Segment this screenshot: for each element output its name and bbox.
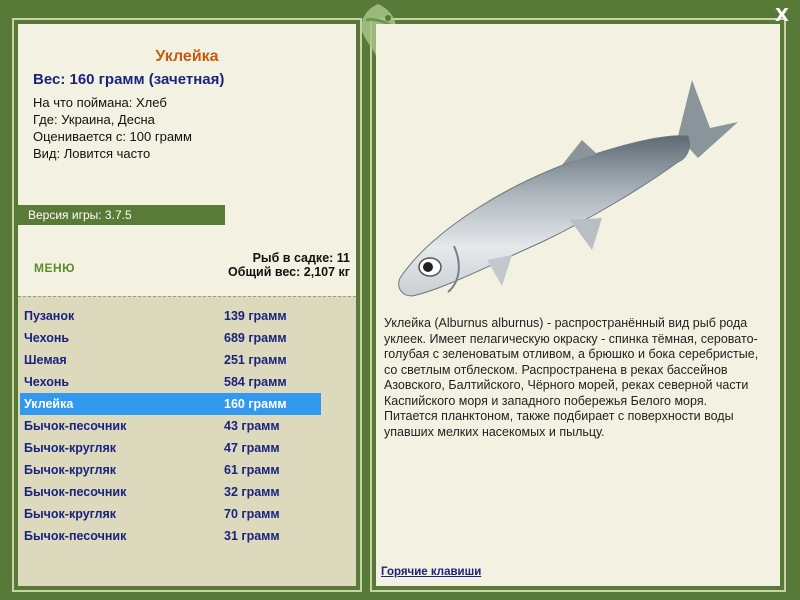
catch-list-fish-name: Пузанок: [24, 309, 75, 323]
catch-list-row[interactable]: Шемая 251 грамм: [20, 349, 321, 371]
catch-list-row[interactable]: Бычок-песочник 32 грамм: [20, 481, 321, 503]
menu-button[interactable]: МЕНЮ: [34, 261, 75, 275]
fish-description-panel: Уклейка (Alburnus alburnus) - распростра…: [376, 24, 780, 586]
kind-info: Вид: Ловится часто: [33, 146, 151, 161]
total-weight: Общий вес: 2,107 кг: [228, 265, 350, 279]
catch-list-fish-weight: 160 грамм: [224, 397, 287, 411]
catch-list-fish-name: Бычок-кругляк: [24, 507, 117, 521]
catch-list-fish-weight: 251 грамм: [224, 353, 287, 367]
place-info: Где: Украина, Десна: [33, 112, 155, 127]
catch-list-fish-weight: 31 грамм: [224, 529, 280, 543]
catch-list-fish-weight: 61 грамм: [224, 463, 280, 477]
catch-list-fish-name: Чехонь: [24, 375, 70, 389]
catch-list-row[interactable]: Бычок-песочник 31 грамм: [20, 525, 321, 547]
catch-list: Пузанок 139 грамм Чехонь 689 грамм Шемая 251 …: [18, 296, 356, 586]
catch-list-fish-name: Бычок-песочник: [24, 419, 127, 433]
catch-list-row[interactable]: Бычок-песочник 43 грамм: [20, 415, 321, 437]
catch-list-fish-name: Шемая: [24, 353, 67, 367]
close-button[interactable]: X: [772, 6, 792, 26]
catch-list-fish-name: Чехонь: [24, 331, 70, 345]
catch-list-row[interactable]: Чехонь 689 грамм: [20, 327, 321, 349]
catch-list-fish-weight: 139 грамм: [224, 309, 287, 323]
catch-list-fish-weight: 43 грамм: [224, 419, 280, 433]
fish-description: Уклейка (Alburnus alburnus) - распростра…: [384, 316, 759, 439]
catch-list-fish-name: Бычок-песочник: [24, 529, 127, 543]
hotkeys-link[interactable]: Горячие клавиши: [381, 566, 481, 578]
catch-info-panel: Уклейка Вес: 160 грамм (зачетная) На что…: [18, 24, 356, 296]
catch-list-fish-weight: 584 грамм: [224, 375, 287, 389]
catch-list-fish-weight: 689 грамм: [224, 331, 287, 345]
fish-title: Уклейка: [155, 48, 219, 65]
catch-list-fish-weight: 32 грамм: [224, 485, 280, 499]
catch-list-fish-name: Уклейка: [24, 397, 74, 411]
catch-list-fish-name: Бычок-кругляк: [24, 441, 117, 455]
version-bar: Версия игры: 3.7.5: [18, 205, 225, 225]
catch-list-fish-weight: 47 грамм: [224, 441, 280, 455]
fish-weight: Вес: 160 грамм (зачетная): [33, 71, 225, 88]
catch-list-row[interactable]: Чехонь 584 грамм: [20, 371, 321, 393]
catch-list-row[interactable]: Бычок-кругляк 47 грамм: [20, 437, 321, 459]
keepnet-stats: Рыб в садке: 11 Общий вес: 2,107 кг: [228, 251, 350, 279]
catch-list-row[interactable]: Уклейка 160 грамм: [20, 393, 321, 415]
close-icon: X: [775, 5, 789, 26]
catch-list-row[interactable]: Пузанок 139 грамм: [20, 305, 321, 327]
catch-list-fish-weight: 70 грамм: [224, 507, 280, 521]
fish-count: Рыб в садке: 11: [252, 251, 350, 265]
bait-info: На что поймана: Хлеб: [33, 95, 167, 110]
fish-illustration: [398, 80, 738, 297]
catch-list-row[interactable]: Бычок-кругляк 61 грамм: [20, 459, 321, 481]
catch-list-row[interactable]: Бычок-кругляк 70 грамм: [20, 503, 321, 525]
catch-list-fish-name: Бычок-песочник: [24, 485, 127, 499]
catch-list-fish-name: Бычок-кругляк: [24, 463, 117, 477]
value-info: Оценивается с: 100 грамм: [33, 129, 192, 144]
